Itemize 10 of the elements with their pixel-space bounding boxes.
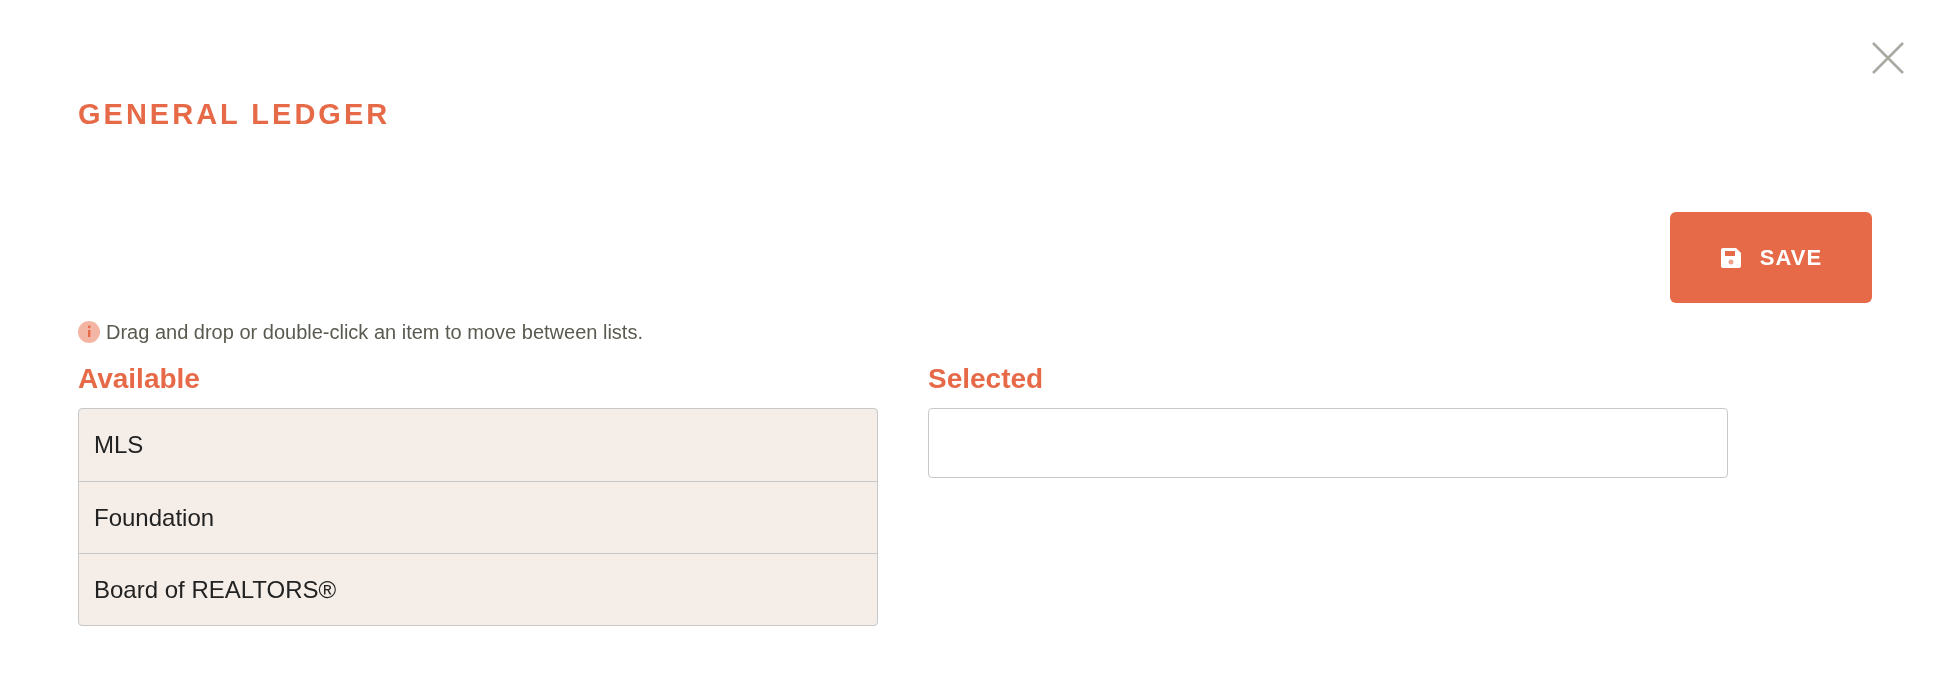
- page-title: GENERAL LEDGER: [78, 97, 392, 132]
- close-button[interactable]: [1870, 40, 1906, 76]
- info-icon: [78, 321, 100, 343]
- list-item[interactable]: Foundation: [79, 481, 877, 553]
- list-heading: Selected: [928, 362, 1045, 396]
- list-item[interactable]: MLS: [79, 409, 877, 481]
- list-item[interactable]: Board of REALTORS®: [79, 553, 877, 625]
- list-heading: Available: [78, 362, 201, 396]
- hint-text: Drag and drop or double-click an item to move between lists.: [106, 320, 643, 345]
- close-icon: [1871, 41, 1905, 75]
